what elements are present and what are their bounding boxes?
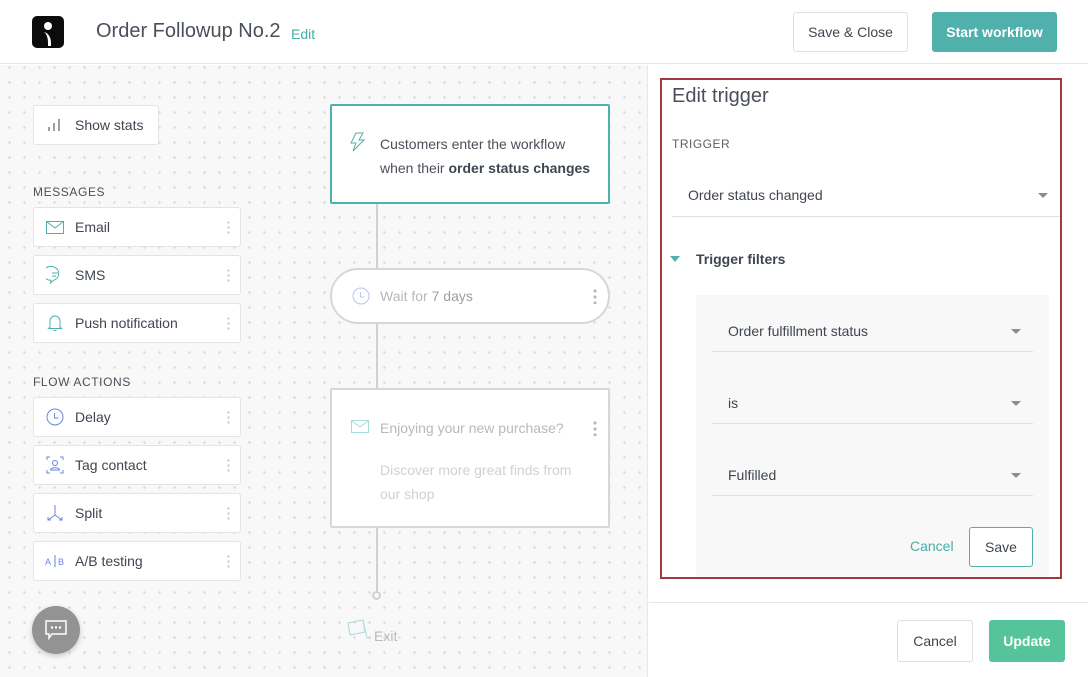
workflow-title: Order Followup No.2: [96, 20, 281, 42]
tool-label: Email: [75, 219, 111, 235]
filter-save-button[interactable]: Save: [969, 527, 1033, 567]
connector-line: [376, 528, 378, 592]
tool-split[interactable]: Split: [33, 493, 241, 533]
email-subject: Enjoying your new purchase?: [380, 420, 564, 436]
filter-field-value: Order fulfillment status: [728, 322, 869, 339]
trigger-description: Customers enter the workflow when their …: [380, 136, 591, 176]
wait-description: Wait for 7 days: [380, 288, 473, 304]
connector-line: [376, 204, 378, 268]
tool-sms[interactable]: SMS: [33, 255, 241, 295]
trigger-filters-label: Trigger filters: [696, 251, 786, 267]
drag-handle-icon[interactable]: [226, 268, 232, 284]
chat-icon: [45, 620, 67, 640]
filter-operator-value: is: [728, 394, 739, 411]
flow-end-point: [372, 591, 381, 600]
edit-title-link[interactable]: Edit: [291, 26, 315, 42]
bar-chart-icon: [48, 119, 62, 131]
drag-handle-icon[interactable]: [226, 554, 232, 570]
split-icon: [45, 503, 65, 523]
caret-down-icon: [1011, 400, 1021, 406]
tool-ab-testing[interactable]: AB A/B testing: [33, 541, 241, 581]
panel-footer: Cancel Update: [649, 602, 1088, 677]
show-stats-label: Show stats: [75, 117, 144, 133]
svg-text:A: A: [45, 557, 51, 567]
lightning-icon: [350, 132, 366, 157]
filter-value-select[interactable]: Fulfilled: [712, 454, 1033, 496]
clock-icon: [45, 407, 65, 427]
top-bar: Order Followup No.2 Edit Save & Close St…: [0, 0, 1088, 64]
tool-label: Split: [75, 505, 103, 521]
tool-label: Tag contact: [75, 457, 147, 473]
tool-label: Push notification: [75, 315, 178, 331]
more-options-icon[interactable]: [593, 420, 597, 436]
svg-text:B: B: [58, 557, 64, 567]
tool-tag-contact[interactable]: Tag contact: [33, 445, 241, 485]
footer-cancel-button[interactable]: Cancel: [897, 620, 973, 662]
filter-cancel-button[interactable]: Cancel: [910, 538, 954, 554]
more-options-icon[interactable]: [593, 288, 597, 304]
bell-icon: [45, 313, 65, 333]
start-workflow-button[interactable]: Start workflow: [932, 12, 1057, 52]
tool-delay[interactable]: Delay: [33, 397, 241, 437]
ab-testing-icon: AB: [45, 551, 65, 571]
messages-heading: MESSAGES: [33, 185, 106, 199]
drag-handle-icon[interactable]: [226, 506, 232, 522]
flow-actions-heading: FLOW ACTIONS: [33, 375, 131, 389]
panel-title: Edit trigger: [672, 85, 769, 107]
trigger-select-value: Order status changed: [688, 186, 823, 203]
edit-trigger-panel: Edit trigger TRIGGER Order status change…: [649, 65, 1088, 677]
trigger-select[interactable]: Order status changed: [672, 173, 1060, 217]
connector-line: [376, 324, 378, 388]
trigger-label: TRIGGER: [672, 137, 731, 151]
workflow-canvas[interactable]: Show stats MESSAGES Email SMS Push notif…: [0, 65, 648, 677]
tag-contact-icon: [45, 455, 65, 475]
save-close-button[interactable]: Save & Close: [793, 12, 908, 52]
flag-icon: [346, 618, 372, 644]
filter-editor: Order fulfillment status is Fulfilled Ca…: [696, 295, 1049, 580]
envelope-icon: [351, 420, 369, 438]
filter-field-select[interactable]: Order fulfillment status: [712, 310, 1033, 352]
chat-support-button[interactable]: [32, 606, 80, 654]
email-node[interactable]: Enjoying your new purchase? Discover mor…: [330, 388, 610, 528]
wait-node[interactable]: Wait for 7 days: [330, 268, 610, 324]
show-stats-button[interactable]: Show stats: [33, 105, 159, 145]
exit-node: Exit: [346, 618, 397, 644]
drag-handle-icon[interactable]: [226, 316, 232, 332]
trigger-node[interactable]: Customers enter the workflow when their …: [330, 104, 610, 204]
exit-label: Exit: [374, 628, 398, 644]
tool-email[interactable]: Email: [33, 207, 241, 247]
envelope-icon: [45, 217, 65, 237]
email-preview: Discover more great finds from our shop: [380, 462, 572, 502]
tool-push-notification[interactable]: Push notification: [33, 303, 241, 343]
caret-down-icon: [1038, 192, 1048, 198]
drag-handle-icon[interactable]: [226, 458, 232, 474]
tool-label: SMS: [75, 267, 106, 283]
tool-label: Delay: [75, 409, 111, 425]
caret-down-icon: [1011, 472, 1021, 478]
filter-operator-select[interactable]: is: [712, 382, 1033, 424]
drag-handle-icon[interactable]: [226, 220, 232, 236]
brand-logo-icon[interactable]: [32, 16, 64, 48]
tool-label: A/B testing: [75, 553, 143, 569]
chat-bubble-icon: [45, 265, 65, 285]
trigger-filters-toggle[interactable]: Trigger filters: [670, 251, 785, 267]
caret-down-icon: [1011, 328, 1021, 334]
clock-icon: [352, 287, 370, 310]
expand-triangle-icon: [670, 256, 680, 262]
filter-value-value: Fulfilled: [728, 466, 777, 483]
drag-handle-icon[interactable]: [226, 410, 232, 426]
update-button[interactable]: Update: [989, 620, 1065, 662]
